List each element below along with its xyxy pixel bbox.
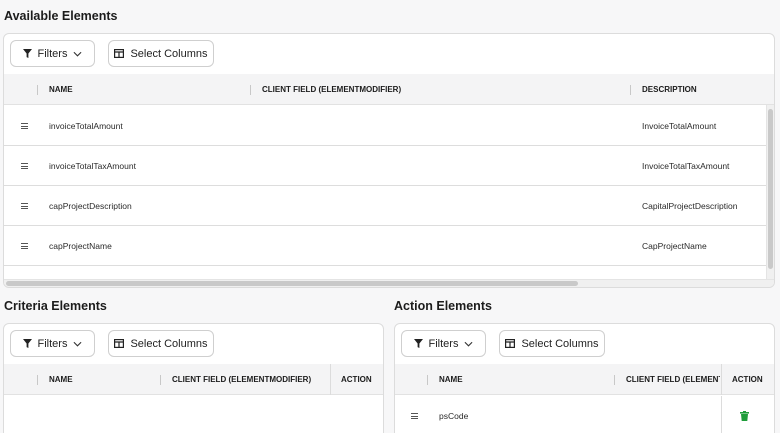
column-header-action[interactable]: ACTION <box>341 364 372 395</box>
criteria-toolbar: Filters Select Columns <box>4 324 383 364</box>
column-header-name[interactable]: NAME <box>49 74 73 105</box>
table-row[interactable]: capProjectName CapProjectName <box>4 226 767 266</box>
drag-handle-icon[interactable] <box>21 203 28 209</box>
action-select-columns-button[interactable]: Select Columns <box>499 330 605 357</box>
criteria-filters-button[interactable]: Filters <box>10 330 95 357</box>
column-divider <box>721 364 722 395</box>
column-header-client-field[interactable]: CLIENT FIELD (ELEMENTMODIFIER) <box>172 364 330 395</box>
horizontal-scroll-thumb[interactable] <box>6 281 578 286</box>
vertical-scroll-thumb[interactable] <box>768 109 773 269</box>
chevron-down-icon <box>73 51 82 57</box>
column-header-action[interactable]: ACTION <box>732 364 763 395</box>
table-row[interactable]: capProjectDescription CapitalProjectDesc… <box>4 186 767 226</box>
filter-icon <box>22 49 32 58</box>
chevron-down-icon <box>464 341 473 347</box>
action-filters-button[interactable]: Filters <box>401 330 486 357</box>
row-description: InvoiceTotalAmount <box>642 121 717 131</box>
column-header-name[interactable]: NAME <box>439 364 463 395</box>
column-header-name[interactable]: NAME <box>49 364 73 395</box>
criteria-filters-label: Filters <box>37 337 68 350</box>
column-separator <box>630 85 631 95</box>
criteria-table-header: NAME CLIENT FIELD (ELEMENTMODIFIER) ACTI… <box>4 364 383 395</box>
row-name: capProjectDescription <box>49 201 132 211</box>
column-separator <box>427 375 428 385</box>
table-row[interactable]: invoiceTotalAmount InvoiceTotalAmount <box>4 106 767 146</box>
action-elements-title: Action Elements <box>394 299 492 313</box>
available-select-columns-button[interactable]: Select Columns <box>108 40 214 67</box>
column-separator <box>37 375 38 385</box>
chevron-down-icon <box>73 341 82 347</box>
drag-handle-icon[interactable] <box>21 243 28 249</box>
row-description: CapProjectName <box>642 241 707 251</box>
criteria-elements-table: Filters Select Columns NAME CLIENT FIELD… <box>3 323 384 433</box>
vertical-scrollbar[interactable] <box>766 105 774 279</box>
criteria-select-columns-label: Select Columns <box>130 337 208 350</box>
drag-handle-icon[interactable] <box>21 163 28 169</box>
column-divider <box>721 396 722 433</box>
columns-icon <box>505 339 516 348</box>
drag-handle-icon[interactable] <box>21 123 28 129</box>
table-row[interactable]: invoiceTotalTaxAmount InvoiceTotalTaxAmo… <box>4 146 767 186</box>
table-row-partial <box>4 266 767 280</box>
column-separator <box>160 375 161 385</box>
action-filters-label: Filters <box>428 337 459 350</box>
action-toolbar: Filters Select Columns <box>395 324 774 364</box>
available-table-header: NAME CLIENT FIELD (ELEMENTMODIFIER) DESC… <box>4 74 774 105</box>
column-separator <box>37 85 38 95</box>
row-name: invoiceTotalAmount <box>49 121 123 131</box>
row-description: InvoiceTotalTaxAmount <box>642 161 730 171</box>
available-toolbar: Filters Select Columns <box>4 34 774 74</box>
available-filters-button[interactable]: Filters <box>10 40 95 67</box>
available-elements-table: Filters Select Columns NAME CLIENT FIELD… <box>3 33 775 288</box>
action-table-header: NAME CLIENT FIELD (ELEMENTMODIFIER) ACTI… <box>395 364 774 395</box>
column-divider <box>330 364 331 395</box>
row-name: psCode <box>439 411 469 421</box>
filter-icon <box>22 339 32 348</box>
columns-icon <box>114 49 125 58</box>
column-header-client-field[interactable]: CLIENT FIELD (ELEMENTMODIFIER) <box>262 74 401 105</box>
column-separator <box>250 85 251 95</box>
trash-icon[interactable] <box>740 411 749 421</box>
row-name: capProjectName <box>49 241 112 251</box>
criteria-select-columns-button[interactable]: Select Columns <box>108 330 214 357</box>
column-header-description[interactable]: DESCRIPTION <box>642 74 697 105</box>
action-elements-table: Filters Select Columns NAME CLIENT FIELD… <box>394 323 775 433</box>
row-description: CapitalProjectDescription <box>642 201 738 211</box>
action-select-columns-label: Select Columns <box>521 337 599 350</box>
table-row[interactable]: psCode <box>395 396 774 433</box>
columns-icon <box>114 339 125 348</box>
column-header-client-field[interactable]: CLIENT FIELD (ELEMENTMODIFIER) <box>626 364 720 395</box>
filter-icon <box>413 339 423 348</box>
available-elements-title: Available Elements <box>4 9 118 23</box>
drag-handle-icon[interactable] <box>411 413 418 419</box>
criteria-elements-title: Criteria Elements <box>4 299 107 313</box>
column-separator <box>614 375 615 385</box>
horizontal-scrollbar[interactable] <box>4 279 774 287</box>
available-filters-label: Filters <box>37 47 68 60</box>
available-select-columns-label: Select Columns <box>130 47 208 60</box>
row-name: invoiceTotalTaxAmount <box>49 161 136 171</box>
